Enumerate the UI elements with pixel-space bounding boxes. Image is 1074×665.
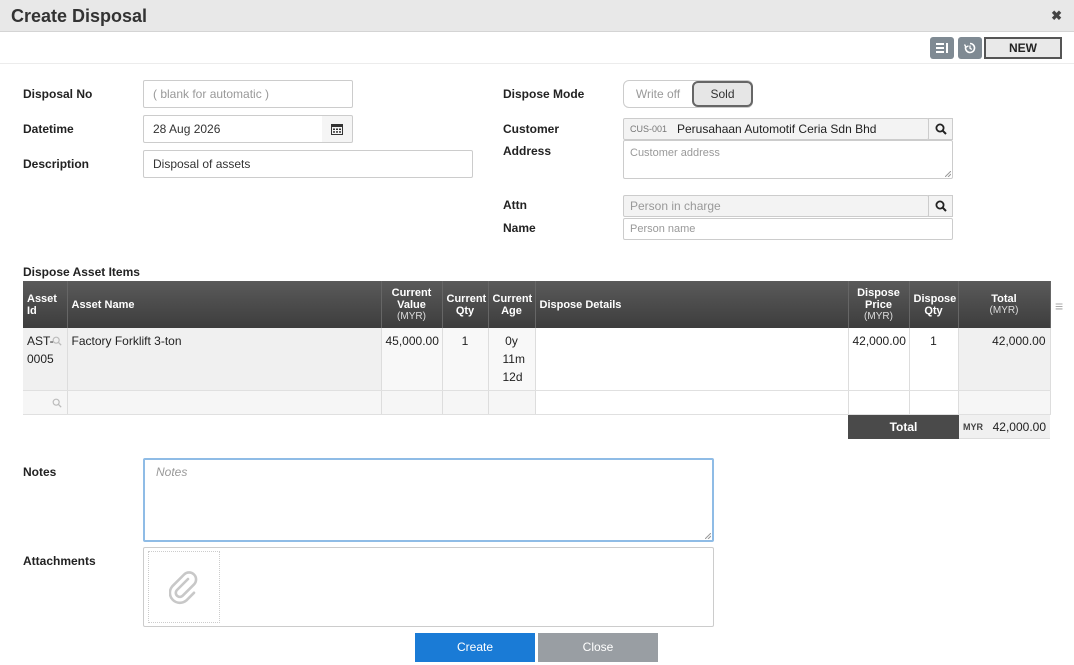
attachment-upload-slot[interactable] [148, 551, 220, 623]
description-label: Description [23, 157, 90, 171]
disposal-no-input[interactable]: ( blank for automatic ) [143, 80, 353, 108]
customer-code: CUS-001 [630, 124, 668, 134]
dialog-titlebar: Create Disposal ✖ [0, 0, 1074, 32]
col-header-total-label: Total [991, 293, 1017, 305]
section-label-items: Dispose Asset Items [23, 265, 140, 279]
col-header-current-qty[interactable]: Current Qty [442, 281, 489, 328]
col-header-current-value-unit: (MYR) [397, 311, 426, 322]
cell-dispose-qty[interactable]: 1 [909, 328, 959, 391]
col-header-asset-id[interactable]: Asset Id [23, 281, 68, 328]
cell-empty [958, 390, 1051, 415]
cell-asset-id-empty[interactable] [23, 390, 68, 415]
asset-id-value: AST-0005 [27, 334, 54, 366]
datetime-label: Datetime [23, 122, 74, 136]
cell-total: 42,000.00 [958, 328, 1051, 391]
close-button[interactable]: Close [538, 633, 658, 662]
cell-current-age: 0y 11m 12d [488, 328, 536, 391]
cell-empty[interactable] [848, 390, 910, 415]
col-header-dispose-details[interactable]: Dispose Details [535, 281, 849, 328]
total-label: Total [848, 415, 959, 439]
calendar-icon[interactable] [322, 115, 353, 143]
col-header-total-unit: (MYR) [989, 305, 1019, 316]
close-icon[interactable]: ✖ [1051, 8, 1062, 24]
asset-lookup-icon[interactable] [52, 336, 62, 346]
col-header-total[interactable]: Total (MYR) [958, 281, 1051, 328]
new-button[interactable]: NEW [984, 37, 1062, 59]
table-row-empty [23, 390, 1051, 415]
cell-empty[interactable] [535, 390, 849, 415]
attachments-area [143, 547, 714, 627]
attn-input[interactable]: Person in charge [623, 195, 929, 217]
list-view-icon[interactable] [930, 37, 954, 59]
asset-lookup-icon[interactable] [52, 398, 62, 408]
items-grid: Asset Id Asset Name Current Value (MYR) C… [23, 281, 1051, 415]
notes-textarea[interactable]: Notes [143, 458, 714, 542]
resize-handle-icon[interactable] [945, 171, 951, 177]
datetime-input[interactable]: 28 Aug 2026 [143, 115, 323, 143]
disposal-no-label: Disposal No [23, 87, 93, 101]
description-input[interactable]: Disposal of assets [143, 150, 473, 178]
dialog-title: Create Disposal [11, 6, 148, 26]
cell-empty [381, 390, 443, 415]
toolbar: NEW [0, 33, 1074, 64]
col-header-dispose-price-label: Dispose Price [857, 287, 900, 311]
resize-handle-icon[interactable] [705, 533, 711, 539]
cell-asset-name[interactable]: Factory Forklift 3-ton [67, 328, 382, 391]
grid-menu-icon[interactable]: ≡ [1055, 298, 1063, 314]
notes-label: Notes [23, 465, 57, 479]
cell-current-qty: 1 [442, 328, 489, 391]
cell-dispose-details[interactable] [535, 328, 849, 391]
history-icon[interactable] [958, 37, 982, 59]
col-header-current-age[interactable]: Current Age [488, 281, 536, 328]
name-label: Name [503, 221, 536, 235]
cell-asset-id[interactable]: AST-0005 [23, 328, 68, 391]
cell-current-value: 45,000.00 [381, 328, 443, 391]
create-button[interactable]: Create [415, 633, 535, 662]
customer-label: Customer [503, 122, 560, 136]
table-row: AST-0005 Factory Forklift 3-ton 45,000.0… [23, 328, 1051, 391]
dispose-mode-label: Dispose Mode [503, 87, 585, 101]
address-label: Address [503, 144, 552, 158]
total-currency: MYR [963, 422, 983, 432]
col-header-dispose-price-unit: (MYR) [864, 311, 893, 322]
cell-dispose-price[interactable]: 42,000.00 [848, 328, 910, 391]
cell-empty [488, 390, 536, 415]
col-header-dispose-qty[interactable]: Dispose Qty [909, 281, 959, 328]
customer-input[interactable]: Perusahaan Automotif Ceria Sdn Bhd [623, 118, 929, 140]
address-textarea[interactable]: Customer address [623, 140, 953, 179]
attn-search-icon[interactable] [928, 195, 953, 217]
attachments-label: Attachments [23, 554, 96, 568]
total-amount: 42,000.00 [992, 420, 1046, 434]
dispose-mode-toggle: Write off Sold [623, 80, 753, 108]
col-header-current-value-label: Current Value [391, 287, 432, 311]
total-value: MYR 42,000.00 [959, 415, 1050, 439]
dispose-mode-write-off[interactable]: Write off [624, 81, 692, 107]
cell-empty [442, 390, 489, 415]
attn-label: Attn [503, 198, 527, 212]
dispose-mode-sold[interactable]: Sold [692, 81, 753, 107]
cell-empty[interactable] [67, 390, 382, 415]
cell-empty[interactable] [909, 390, 959, 415]
customer-search-icon[interactable] [928, 118, 953, 140]
name-input[interactable]: Person name [623, 218, 953, 240]
col-header-asset-name[interactable]: Asset Name [67, 281, 382, 328]
paperclip-icon [169, 571, 198, 605]
col-header-current-value[interactable]: Current Value (MYR) [381, 281, 443, 328]
col-header-dispose-price[interactable]: Dispose Price (MYR) [848, 281, 910, 328]
